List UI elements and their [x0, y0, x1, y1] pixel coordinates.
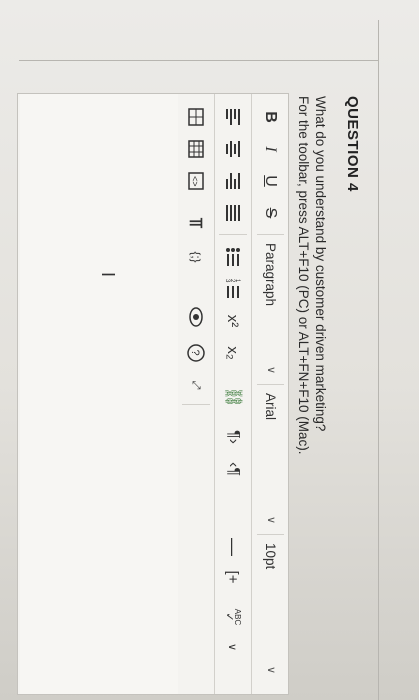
question-text: What do you understand by customer drive…	[313, 96, 328, 432]
horizontal-rule-icon[interactable]: —	[220, 534, 246, 560]
svg-text:?: ?	[189, 350, 201, 356]
font-select[interactable]: Arial ∨	[257, 384, 284, 534]
link-icon[interactable]: ⛓	[220, 384, 246, 410]
toolbar-row-3: <> ⫪ {;} ? ⤢	[177, 94, 214, 694]
strikethrough-button[interactable]: S	[257, 200, 283, 226]
question-heading: QUESTION 4	[344, 96, 361, 192]
code-icon[interactable]: {;}	[183, 244, 209, 270]
toolbar-separator	[219, 234, 247, 235]
chevron-down-icon: ∨	[265, 665, 277, 674]
rotated-screen: QUESTION 4 What do you understand by cus…	[0, 0, 419, 700]
text-cursor: I	[98, 272, 118, 278]
toolbar-separator	[182, 404, 210, 405]
help-icon[interactable]: ?	[183, 340, 209, 366]
align-right-icon[interactable]	[220, 168, 246, 194]
paragraph-select[interactable]: Paragraph ∨	[257, 234, 284, 384]
toolbar-hint: For the toolbar, press ALT+F10 (PC) or A…	[296, 96, 311, 455]
anchor-icon[interactable]: ⫪	[183, 210, 209, 236]
table-properties-icon[interactable]	[183, 136, 209, 162]
paragraph-select-value: Paragraph	[263, 243, 278, 307]
rich-text-editor[interactable]: B I U S Paragraph ∨ Arial ∨ 10pt ∨ 1 2 x…	[17, 93, 289, 695]
size-select[interactable]: 10pt ∨	[257, 534, 284, 684]
size-select-value: 10pt	[263, 543, 278, 570]
rtl-icon[interactable]: ‹¶	[220, 456, 246, 482]
insert-icon[interactable]: [+	[220, 564, 246, 590]
spellcheck-icon[interactable]: ABC ✓	[220, 604, 246, 630]
chevron-down-icon[interactable]: ∨	[220, 634, 246, 660]
svg-text:<>: <>	[190, 176, 200, 187]
fullscreen-icon[interactable]: ⤢	[183, 372, 209, 398]
justify-icon[interactable]	[220, 200, 246, 226]
table-icon[interactable]	[183, 104, 209, 130]
divider-left	[19, 60, 379, 61]
chevron-down-icon: ∨	[265, 365, 277, 374]
editor-body[interactable]: I P	[20, 94, 178, 694]
toolbar-row-1: B I U S Paragraph ∨ Arial ∨ 10pt ∨	[251, 94, 288, 694]
font-select-value: Arial	[263, 393, 278, 421]
bold-button[interactable]: B	[257, 104, 283, 130]
bullet-list-icon[interactable]	[220, 244, 246, 270]
embed-icon[interactable]: <>	[183, 168, 209, 194]
divider-top	[378, 20, 379, 700]
italic-button[interactable]: I	[257, 136, 283, 162]
toolbar-row-2: 123 x² x₂ ⛓ ¶› ‹¶ — [+ ABC✓ ∨	[214, 94, 251, 694]
numbered-list-icon[interactable]: 123	[220, 276, 246, 302]
subscript-button[interactable]: x₂	[220, 340, 246, 366]
svg-text:3: 3	[225, 279, 230, 283]
underline-button[interactable]: U	[257, 168, 283, 194]
align-center-icon[interactable]	[220, 136, 246, 162]
preview-icon[interactable]	[183, 304, 209, 330]
align-left-icon[interactable]	[220, 104, 246, 130]
ltr-icon[interactable]: ¶›	[220, 424, 246, 450]
chevron-down-icon: ∨	[265, 515, 277, 524]
superscript-button[interactable]: x²	[220, 308, 246, 334]
